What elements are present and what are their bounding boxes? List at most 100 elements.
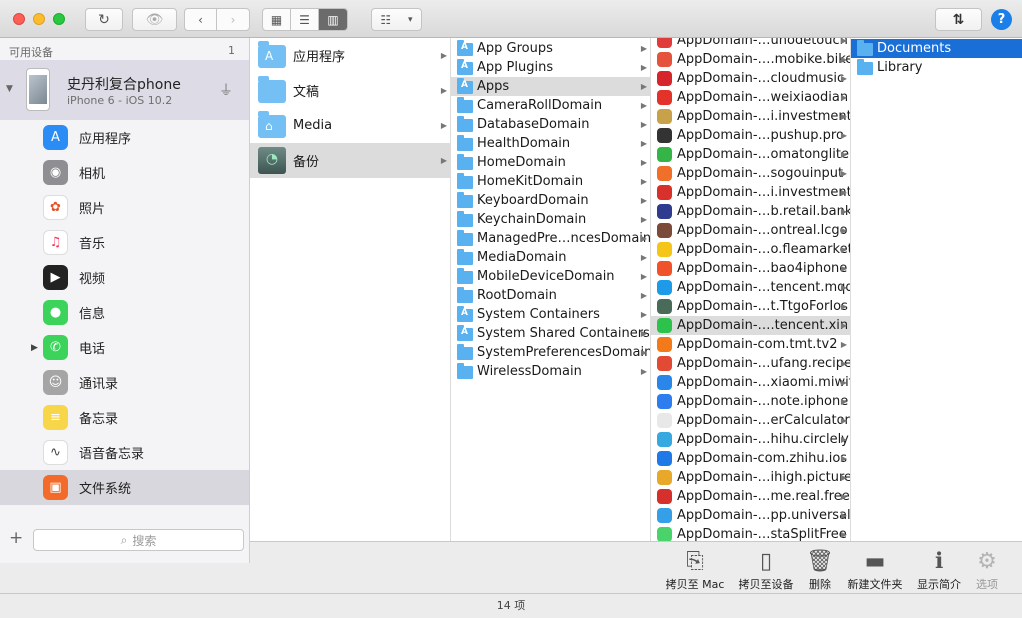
column-3-item[interactable]: AppDomain-…erCalculator ▶ <box>651 411 850 430</box>
close-window-button[interactable] <box>13 13 25 25</box>
sidebar-item-3[interactable]: ♫ 音乐 <box>0 225 249 260</box>
column-2-item[interactable]: RootDomain ▶ <box>451 286 650 305</box>
sidebar-item-6[interactable]: ▶ ✆ 电话 <box>0 330 249 365</box>
sidebar-item-8[interactable]: ≡ 备忘录 <box>0 400 249 435</box>
column-3-item[interactable]: AppDomain-…t.TtgoForIos ▶ <box>651 297 850 316</box>
column-4-item[interactable]: Library <box>851 58 1022 77</box>
column-2-item[interactable]: MediaDomain ▶ <box>451 248 650 267</box>
list-view-button[interactable]: ☰ <box>291 9 319 30</box>
column-2-item[interactable]: HealthDomain ▶ <box>451 134 650 153</box>
arrange-dropdown[interactable]: ☷ ▾ <box>371 8 422 31</box>
column-2-item[interactable]: ManagedPre…ncesDomain ▶ <box>451 229 650 248</box>
chevron-right-icon: ▶ <box>840 416 847 425</box>
back-button[interactable]: ‹ <box>185 9 217 30</box>
column-3-item[interactable]: AppDomain-…hihu.circlely ▶ <box>651 430 850 449</box>
refresh-button[interactable]: ↻ <box>85 8 123 31</box>
column-2-item[interactable]: System Containers ▶ <box>451 305 650 324</box>
column-4: Documents Library <box>851 38 1022 541</box>
action-trash[interactable]: 🗑 删除 <box>806 548 834 592</box>
column-3-item[interactable]: AppDomain-…pushup.pro ▶ <box>651 126 850 145</box>
column-2-item[interactable]: HomeKitDomain ▶ <box>451 172 650 191</box>
column-1-item[interactable]: ◔ 备份 ▶ <box>250 143 450 178</box>
column-3-item[interactable]: AppDomain-…uhodetouch ▶ <box>651 38 850 50</box>
column-2-item[interactable]: CameraRollDomain ▶ <box>451 96 650 115</box>
preview-button[interactable]: 👁 <box>132 8 177 31</box>
column-2-item[interactable]: MobileDeviceDomain ▶ <box>451 267 650 286</box>
action-gear[interactable]: ⚙ 选项 <box>972 548 1002 592</box>
column-3-item[interactable]: AppDomain-….tencent.xin ▶ <box>651 316 850 335</box>
action-info[interactable]: ℹ 显示简介 <box>913 548 965 592</box>
voice-memo-icon: ∿ <box>43 440 68 465</box>
sidebar-item-5[interactable]: ● 信息 <box>0 295 249 330</box>
column-4-item[interactable]: Documents <box>851 39 1022 58</box>
sidebar-item-4[interactable]: ▶ 视频 <box>0 260 249 295</box>
sidebar-item-9[interactable]: ∿ 语音备忘录 <box>0 435 249 470</box>
item-label: AppDomain-…erCalculator <box>677 413 850 428</box>
column-3-item[interactable]: AppDomain-…weixiaodian ▶ <box>651 88 850 107</box>
column-3-item[interactable]: AppDomain-…b.retail.bank ▶ <box>651 202 850 221</box>
column-view-button[interactable]: ▥ <box>319 9 347 30</box>
column-2-item[interactable]: HomeDomain ▶ <box>451 153 650 172</box>
sidebar-item-10[interactable]: ▣ 文件系统 <box>0 470 249 505</box>
sidebar-item-7[interactable]: ☺ 通讯录 <box>0 365 249 400</box>
sidebar-item-0[interactable]: A 应用程序 <box>0 120 249 155</box>
column-2-item[interactable]: System Shared Containers▶ <box>451 324 650 343</box>
column-3-item[interactable]: AppDomain-…o.fleamarket ▶ <box>651 240 850 259</box>
add-device-button[interactable]: + <box>9 528 23 548</box>
column-2-item[interactable]: KeyboardDomain ▶ <box>451 191 650 210</box>
column-3-item[interactable]: AppDomain-com.zhihu.ios ▶ <box>651 449 850 468</box>
column-3-item[interactable]: AppDomain-…me.real.free ▶ <box>651 487 850 506</box>
folder-icon <box>457 306 473 322</box>
column-3-item[interactable]: AppDomain-com.tmt.tv2 ▶ <box>651 335 850 354</box>
chevron-right-icon: ▶ <box>640 158 647 167</box>
column-2-item[interactable]: KeychainDomain ▶ <box>451 210 650 229</box>
column-3-item[interactable]: AppDomain-…xiaomi.miwifi ▶ <box>651 373 851 392</box>
sidebar-item-2[interactable]: ✿ 照片 <box>0 190 249 225</box>
minimize-window-button[interactable] <box>33 13 45 25</box>
column-1-item[interactable]: A 应用程序 ▶ <box>250 38 450 73</box>
action-new-folder[interactable]: ▬ 新建文件夹 <box>844 548 906 592</box>
column-1-item[interactable]: ⌂ Media ▶ <box>250 108 450 143</box>
search-field[interactable]: ⌕ 搜索 <box>33 529 244 551</box>
column-3-item[interactable]: AppDomain-…ihigh.picture ▶ <box>651 468 850 487</box>
column-3-item[interactable]: AppDomain-…ontreal.lcgo ▶ <box>651 221 850 240</box>
column-3-item[interactable]: AppDomain-…staSplitFree ▶ <box>651 525 850 541</box>
column-3-item[interactable]: AppDomain-…cloudmusic ▶ <box>651 69 850 88</box>
column-1-item[interactable]: 文稿 ▶ <box>250 73 450 108</box>
chevron-right-icon: ▶ <box>840 530 847 539</box>
column-3-item[interactable]: AppDomain-…pp.universal ▶ <box>651 506 850 525</box>
forward-button[interactable]: › <box>217 9 249 30</box>
sidebar-item-1[interactable]: ◉ 相机 <box>0 155 249 190</box>
icon-view-button[interactable]: ▦ <box>263 9 291 30</box>
app-icon <box>657 280 672 295</box>
column-2-item[interactable]: Apps ▶ <box>451 77 650 96</box>
item-label: AppDomain-…weixiaodian <box>677 90 849 105</box>
chevron-right-icon: ▶ <box>640 82 647 91</box>
transfer-button[interactable]: ⇅ <box>935 8 982 31</box>
action-copy-to-mac[interactable]: ⎘ 拷贝至 Mac <box>663 548 727 592</box>
column-3-item[interactable]: AppDomain-…sogouinput ▶ <box>651 164 850 183</box>
column-3-item[interactable]: AppDomain-…note.iphone ▶ <box>651 392 850 411</box>
item-label: App Plugins <box>477 60 554 75</box>
column-3-item[interactable]: AppDomain-…ufang.recipe ▶ <box>651 354 850 373</box>
column-2-item[interactable]: WirelessDomain ▶ <box>451 362 650 381</box>
column-3-item[interactable]: AppDomain-…i.investment ▶ <box>651 107 850 126</box>
column-2-item[interactable]: App Groups ▶ <box>451 39 650 58</box>
item-label: AppDomain-…xiaomi.miwifi <box>677 375 851 390</box>
action-copy-to-device[interactable]: ▯ 拷贝至设备 <box>734 548 798 592</box>
column-3-item[interactable]: AppDomain-….mobike.bike ▶ <box>651 50 850 69</box>
app-icon <box>657 299 672 314</box>
column-3-item[interactable]: AppDomain-…tencent.mqq ▶ <box>651 278 850 297</box>
item-label: 应用程序 <box>293 50 346 65</box>
column-3-item[interactable]: AppDomain-…i.investment ▶ <box>651 183 850 202</box>
device-row[interactable]: ▼ 史丹利复合phone iPhone 6 - iOS 10.2 ⏚ <box>0 60 249 120</box>
column-3-item[interactable]: AppDomain-…omatonglite ▶ <box>651 145 850 164</box>
help-button[interactable]: ? <box>991 9 1012 30</box>
column-2-item[interactable]: App Plugins ▶ <box>451 58 650 77</box>
zoom-window-button[interactable] <box>53 13 65 25</box>
column-3-item[interactable]: AppDomain-…bao4iphone ▶ <box>651 259 850 278</box>
column-2-item[interactable]: SystemPreferencesDomain ▶ <box>451 343 650 362</box>
disclosure-triangle-icon[interactable]: ▼ <box>6 84 13 94</box>
column-2-item[interactable]: DatabaseDomain ▶ <box>451 115 650 134</box>
disclosure-triangle-icon[interactable]: ▶ <box>31 343 38 353</box>
